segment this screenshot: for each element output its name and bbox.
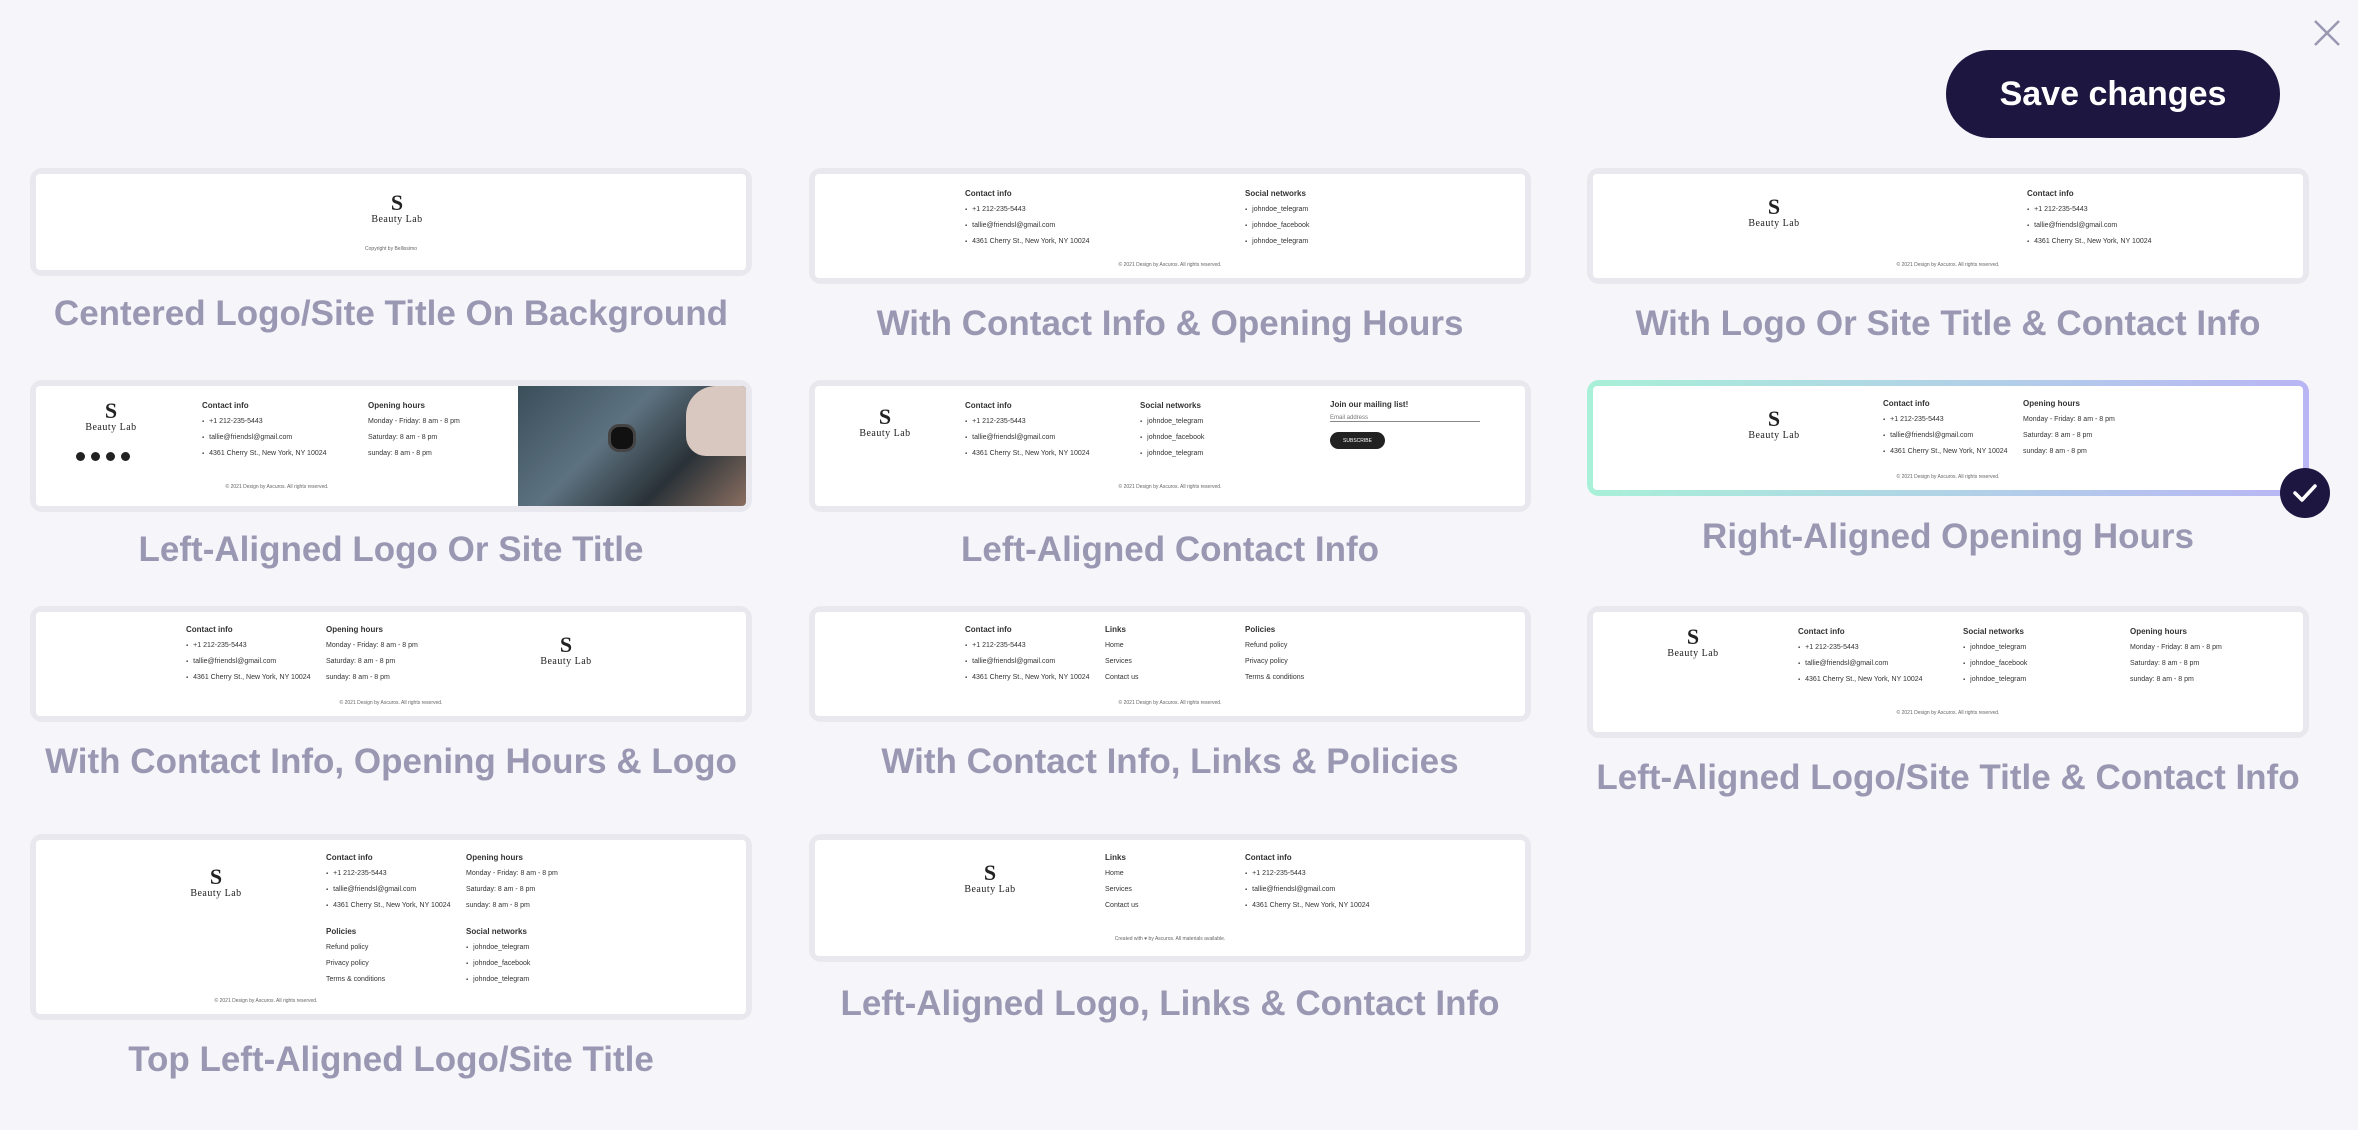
- layout-card-left-aligned-contact[interactable]: SBeauty Lab Contact info +1 212-235-5443…: [809, 380, 1531, 575]
- save-changes-button[interactable]: Save changes: [1946, 50, 2280, 138]
- layout-thumbnail: Contact info +1 212-235-5443tallie@frien…: [809, 168, 1531, 284]
- layout-label: Left-Aligned Logo/Site Title & Contact I…: [1596, 758, 2300, 797]
- layout-card-contact-hours-logo[interactable]: Contact info +1 212-235-5443tallie@frien…: [30, 606, 752, 791]
- layout-thumbnail: SBeauty Lab Contact info +1 212-235-5443…: [1587, 168, 2309, 284]
- layout-label: With Contact Info, Links & Policies: [881, 742, 1459, 781]
- close-icon[interactable]: [2312, 18, 2342, 48]
- links-column: Links Home Services Contact us: [1105, 853, 1139, 909]
- copyright-text: © 2021 Design by Ascuros. All rights res…: [1118, 262, 1222, 268]
- logo: S Beauty Lab: [190, 864, 242, 900]
- logo: S Beauty Lab: [371, 190, 423, 226]
- copyright-text: © 2021 Design by Ascuros. All rights res…: [1118, 484, 1222, 490]
- layout-card-centered-logo[interactable]: S Beauty Lab Copyright by Bellissimo Cent…: [30, 168, 752, 338]
- logo: S Beauty Lab: [85, 398, 137, 434]
- layout-thumbnail: Contact info +1 212-235-5443tallie@frien…: [809, 606, 1531, 722]
- contact-column: Contact info +1 212-235-5443tallie@frien…: [186, 622, 311, 686]
- copyright-text: © 2021 Design by Ascuros. All rights res…: [339, 700, 443, 706]
- contact-column: Contact info +1 212-235-5443tallie@frien…: [1245, 850, 1370, 914]
- hours-column: Opening hours Monday - Friday: 8 am - 8 …: [326, 625, 418, 681]
- hours-column: Opening hours Monday - Friday: 8 am - 8 …: [2023, 399, 2115, 455]
- hours-column: Opening hours Monday - Friday: 8 am - 8 …: [368, 401, 460, 457]
- mailing-list: Join our mailing list! Email address SUB…: [1330, 400, 1480, 449]
- copyright-text: © 2021 Design by Ascuros. All rights res…: [225, 484, 329, 490]
- layout-card-logo-contact[interactable]: SBeauty Lab Contact info +1 212-235-5443…: [1587, 168, 2309, 348]
- policies-column: Policies Refund policy Privacy policy Term…: [326, 927, 386, 983]
- layout-label: With Contact Info & Opening Hours: [876, 304, 1464, 343]
- layout-card-right-aligned-hours[interactable]: SBeauty Lab Contact info +1 212-235-5443…: [1587, 380, 2330, 575]
- logo: S Beauty Lab: [964, 860, 1016, 896]
- logo: S Beauty Lab: [859, 404, 911, 440]
- contact-column: Contact info +1 212-235-5443tallie@frien…: [965, 622, 1090, 686]
- contact-column: Contact info +1 212-235-5443tallie@frien…: [2027, 186, 2152, 250]
- layout-thumbnail: S Beauty Lab Copyright by Bellissimo: [30, 168, 752, 276]
- layout-card-left-logo-contact-info[interactable]: SBeauty Lab Contact info +1 212-235-5443…: [1587, 606, 2309, 806]
- social-icons: [76, 448, 136, 466]
- created-by-text: Created with ♥ by Ascuros. All materials…: [1114, 936, 1226, 942]
- copyright-text: © 2021 Design by Ascuros. All rights res…: [1896, 474, 2000, 480]
- copyright-text: © 2021 Design by Ascuros. All rights res…: [1896, 710, 2000, 716]
- layout-label: Left-Aligned Logo Or Site Title: [138, 530, 644, 569]
- contact-column: Contact info +1 212-235-5443tallie@frien…: [965, 398, 1090, 462]
- layout-label: Right-Aligned Opening Hours: [1702, 517, 2194, 556]
- links-column: Links Home Services Contact us: [1105, 625, 1139, 681]
- contact-column: Contact info +1 212-235-5443tallie@frien…: [326, 850, 451, 914]
- layout-label: With Contact Info, Opening Hours & Logo: [45, 742, 737, 781]
- layout-thumbnail: SBeauty Lab Contact info +1 212-235-5443…: [809, 380, 1531, 512]
- layout-label: Centered Logo/Site Title On Background: [53, 294, 729, 333]
- footer-photo: [518, 386, 746, 506]
- layout-label: Left-Aligned Contact Info: [960, 530, 1379, 569]
- layout-label: Left-Aligned Logo, Links & Contact Info: [840, 984, 1500, 1023]
- copyright-text: © 2021 Design by Ascuros. All rights res…: [1896, 262, 2000, 268]
- social-column: Social networks johndoe_telegramjohndoe_…: [1140, 398, 1204, 462]
- layout-card-contact-opening-hours[interactable]: Contact info +1 212-235-5443tallie@frien…: [809, 168, 1531, 348]
- logo: S Beauty Lab: [1667, 624, 1719, 660]
- social-column: Social networks johndoe_telegramjohndoe_…: [1963, 624, 2027, 688]
- hours-column: Opening hours Monday - Friday: 8 am - 8 …: [466, 853, 558, 909]
- copyright-text: Copyright by Bellissimo: [365, 246, 417, 252]
- social-column: Social networks johndoe_telegramjohndoe_…: [1245, 186, 1309, 250]
- layout-label: With Logo Or Site Title & Contact Info: [1635, 304, 2261, 343]
- copyright-text: © 2021 Design by Ascuros. All rights res…: [214, 998, 318, 1004]
- contact-column: Contact info +1 212-235-5443tallie@frien…: [1798, 624, 1923, 688]
- copyright-text: © 2021 Design by Ascuros. All rights res…: [1118, 700, 1222, 706]
- social-column: Social networks johndoe_telegramjohndoe_…: [466, 924, 530, 988]
- layout-label: Top Left-Aligned Logo/Site Title: [128, 1040, 654, 1079]
- layout-card-contact-links-policies[interactable]: Contact info +1 212-235-5443tallie@frien…: [809, 606, 1531, 791]
- policies-column: Policies Refund policy Privacy policy Term…: [1245, 625, 1305, 681]
- layout-card-top-left-logo[interactable]: SBeauty Lab Contact info +1 212-235-5443…: [30, 834, 752, 1084]
- logo: S Beauty Lab: [1748, 194, 1800, 230]
- logo: S Beauty Lab: [540, 632, 592, 668]
- layout-card-left-logo-links-contact[interactable]: S Beauty Lab Links Home Services Contact us…: [809, 834, 1531, 1034]
- layout-card-left-aligned-logo[interactable]: SBeauty Lab Contact info +1 212-235-5443…: [30, 380, 752, 575]
- layout-thumbnail: Contact info +1 212-235-5443tallie@frien…: [30, 606, 752, 722]
- logo: S Beauty Lab: [1748, 406, 1800, 442]
- layout-thumbnail: SBeauty Lab Contact info +1 212-235-5443…: [1587, 380, 2309, 496]
- contact-column: Contact info +1 212-235-5443tallie@frien…: [965, 186, 1090, 250]
- layout-thumbnail: S Beauty Lab Links Home Services Contact us…: [809, 834, 1531, 962]
- layout-thumbnail: SBeauty Lab Contact info +1 212-235-5443…: [30, 380, 752, 512]
- contact-column: Contact info +1 212-235-5443tallie@frien…: [202, 398, 327, 462]
- layout-thumbnail: SBeauty Lab Contact info +1 212-235-5443…: [1587, 606, 2309, 738]
- contact-column: Contact info +1 212-235-5443tallie@frien…: [1883, 396, 2008, 460]
- hours-column: Opening hours Monday - Friday: 8 am - 8 …: [2130, 627, 2222, 683]
- layout-thumbnail: SBeauty Lab Contact info +1 212-235-5443…: [30, 834, 752, 1020]
- selected-check-icon: [2280, 468, 2330, 518]
